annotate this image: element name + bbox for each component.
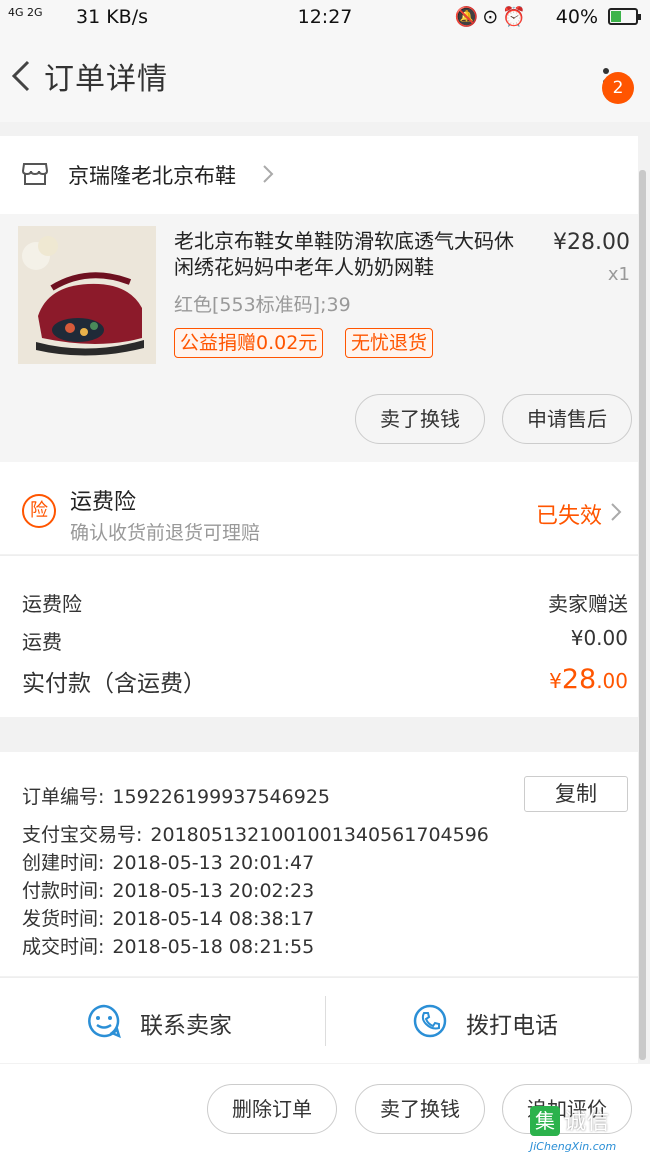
info-label: 发货时间: [22,908,105,930]
fee-label: 运费险 [22,592,82,616]
product-sku: 红色[553标准码];39 [174,294,351,316]
chat-face-icon [88,1004,121,1039]
chevron-right-icon [611,503,622,521]
info-label: 订单编号: [22,786,105,808]
paid-time-row: 付款时间: 2018-05-13 20:02:23 [22,876,314,903]
info-label: 付款时间: [22,880,105,902]
easy-return-tag: 无忧退货 [345,328,434,358]
product-quantity: x1 [607,264,630,285]
insurance-status: 已失效 [535,504,602,529]
fee-row-insurance: 运费险 卖家赠送 [22,588,628,617]
notification-badge: 2 [602,72,634,104]
info-value: 2018-05-13 20:01:47 [112,852,315,874]
back-arrow-icon[interactable] [6,56,36,96]
charity-tag: 公益捐赠0.02元 [174,328,324,358]
status-bar: 4G 2G 31 KB/s 12:27 🔕⊙⏰ 40% [0,0,650,34]
completed-time-row: 成交时间: 2018-05-18 08:21:55 [22,932,314,959]
product-title: 老北京布鞋女单鞋防滑软底透气大码休闲绣花妈妈中老年人奶奶网鞋 [174,229,514,279]
fee-row-shipping: 运费 ¥0.00 [22,626,628,655]
store-icon [22,163,48,185]
product-item[interactable]: 老北京布鞋女单鞋防滑软底透气大码休闲绣花妈妈中老年人奶奶网鞋 ¥28.00 x1… [0,214,638,462]
shop-row[interactable]: 京瑞隆老北京布鞋 [0,136,638,214]
product-price: ¥28.00 [553,230,630,255]
info-label: 创建时间: [22,852,105,874]
copy-button[interactable]: 复制 [524,776,628,812]
contact-seller-button[interactable]: 联系卖家 [0,978,318,1064]
info-label: 成交时间: [22,936,105,958]
app-header: 订单详情 2 [0,34,650,122]
watermark-text: 诚信 [564,1110,611,1135]
insurance-title: 运费险 [70,490,137,515]
fee-label: 运费 [22,630,62,654]
info-label: 支付宝交易号: [22,824,143,846]
fee-value: ¥0.00 [570,626,628,650]
sell-for-cash-button[interactable]: 卖了换钱 [355,394,485,444]
battery-percent: 40% [555,6,598,28]
sell-for-cash-button[interactable]: 卖了换钱 [355,1084,485,1134]
info-value: 2018-05-14 08:38:17 [112,908,315,930]
delete-order-button[interactable]: 删除订单 [207,1084,337,1134]
order-info: 订单编号: 159226199937546925 复制 支付宝交易号: 201805… [0,752,638,976]
info-value: 2018-05-18 08:21:55 [112,936,315,958]
alipay-trade-row: 支付宝交易号: 2018051321001001340561704596 [22,820,489,847]
scrollbar[interactable] [639,170,646,1060]
currency-symbol: ¥ [549,669,562,693]
shop-name: 京瑞隆老北京布鞋 [68,164,236,188]
shipping-insurance-row[interactable]: 险 运费险 确认收货前退货可理赔 已失效 [0,462,638,554]
watermark-url: JiChengXin.com [530,1140,617,1153]
info-value: 2018051321001001340561704596 [150,824,489,846]
total-int: 28 [561,664,597,695]
insurance-subtitle: 确认收货前退货可理赔 [70,522,261,544]
after-sales-button[interactable]: 申请售后 [502,394,632,444]
total-label: 实付款（含运费） [22,671,206,697]
total-dec: .00 [596,669,628,693]
contact-bar: 联系卖家 拨打电话 [0,977,638,1063]
created-time-row: 创建时间: 2018-05-13 20:01:47 [22,848,314,875]
call-phone-label: 拨打电话 [466,1013,558,1039]
order-number-row: 订单编号: 159226199937546925 [22,782,330,809]
fee-summary: 运费险 卖家赠送 运费 ¥0.00 实付款（含运费） ¥28.00 [0,555,638,717]
battery-icon [608,8,641,25]
watermark-logo: 集 [530,1106,560,1136]
battery-level [611,11,622,22]
fee-value: 卖家赠送 [548,592,628,616]
phone-icon [413,1004,447,1038]
chevron-right-icon [263,165,274,183]
shipped-time-row: 发货时间: 2018-05-14 08:38:17 [22,904,314,931]
total-amount: ¥28.00 [549,664,628,695]
call-phone-button[interactable]: 拨打电话 [326,978,644,1064]
info-value: 2018-05-13 20:02:23 [112,880,315,902]
clock: 12:27 [297,6,353,28]
info-value: 159226199937546925 [112,786,330,808]
contact-seller-label: 联系卖家 [140,1013,232,1039]
total-paid-row: 实付款（含运费） ¥28.00 [22,664,628,698]
watermark: 集 诚信 JiChengXin.com [530,1102,650,1155]
product-image [18,226,156,364]
insurance-icon: 险 [22,494,56,528]
status-icons: 🔕⊙⏰ [454,6,530,28]
page-title: 订单详情 [44,62,168,97]
